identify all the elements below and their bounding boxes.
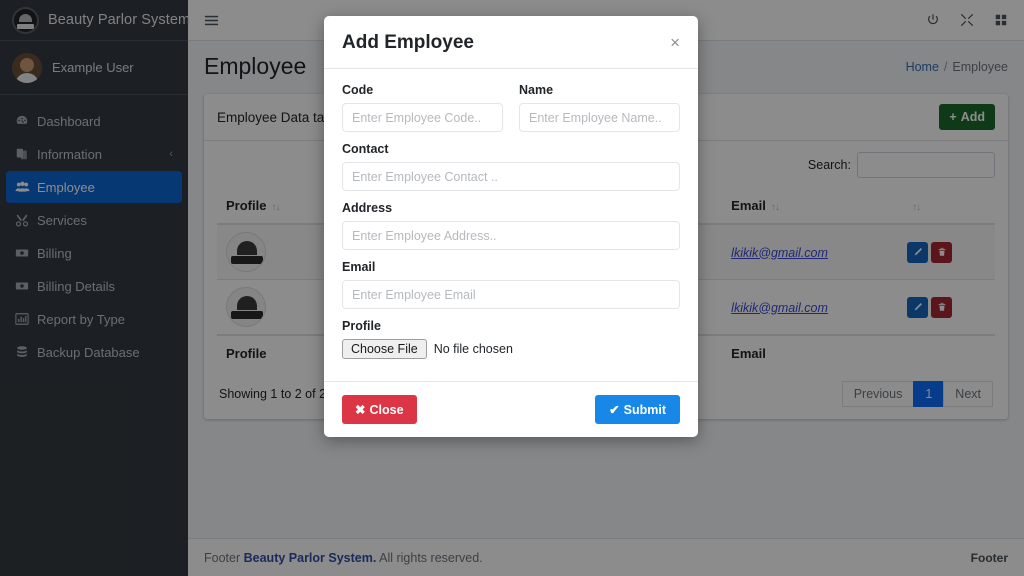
close-button[interactable]: ✖ Close <box>342 395 417 424</box>
email-label: Email <box>342 260 680 274</box>
profile-label: Profile <box>342 319 680 333</box>
name-input[interactable] <box>519 103 680 132</box>
name-field-group: Name <box>519 83 680 132</box>
choose-file-button[interactable]: Choose File <box>342 339 427 359</box>
x-icon: ✖ <box>355 402 365 417</box>
modal-title: Add Employee <box>342 32 474 54</box>
submit-button-label: Submit <box>624 403 666 417</box>
contact-label: Contact <box>342 142 680 156</box>
profile-field-group: Profile Choose File No file chosen <box>342 319 680 359</box>
email-field-group: Email <box>342 260 680 309</box>
modal-body: Code Name Contact Address Email <box>324 69 698 381</box>
modal-header: Add Employee × <box>324 16 698 69</box>
contact-input[interactable] <box>342 162 680 191</box>
file-input-row: Choose File No file chosen <box>342 339 680 359</box>
address-field-group: Address <box>342 201 680 250</box>
close-icon[interactable]: × <box>670 34 680 51</box>
address-input[interactable] <box>342 221 680 250</box>
code-input[interactable] <box>342 103 503 132</box>
app-root: Beauty Parlor System Example User Dashbo… <box>0 0 1024 576</box>
address-label: Address <box>342 201 680 215</box>
add-employee-modal: Add Employee × Code Name Contact Address <box>324 16 698 437</box>
contact-field-group: Contact <box>342 142 680 191</box>
check-icon: ✔ <box>609 402 619 417</box>
submit-button[interactable]: ✔ Submit <box>595 395 680 424</box>
code-name-row: Code Name <box>342 83 680 142</box>
email-input[interactable] <box>342 280 680 309</box>
code-label: Code <box>342 83 503 97</box>
code-field-group: Code <box>342 83 503 132</box>
name-label: Name <box>519 83 680 97</box>
close-button-label: Close <box>369 403 403 417</box>
modal-footer: ✖ Close ✔ Submit <box>324 381 698 437</box>
file-status-text: No file chosen <box>434 342 513 356</box>
